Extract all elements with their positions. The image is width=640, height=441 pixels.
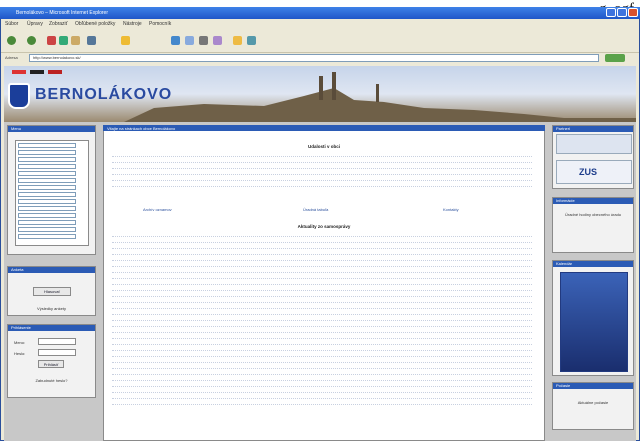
login-name-label: Meno: — [14, 340, 26, 345]
menu-link[interactable] — [18, 164, 76, 169]
flag-de-icon[interactable] — [30, 70, 44, 74]
main-panel-title: Vitajte na stránkach obce Bernolákovo — [107, 126, 176, 131]
edit-icon[interactable] — [213, 36, 222, 45]
maximize-icon[interactable] — [617, 8, 627, 17]
search-icon[interactable] — [87, 36, 96, 45]
menu-link[interactable] — [18, 171, 76, 176]
menu-bar: Súbor Úpravy Zobraziť Obľúbené položky N… — [1, 19, 639, 29]
menu-link[interactable] — [18, 213, 76, 218]
menu-edit[interactable]: Úpravy — [27, 21, 43, 27]
list-item[interactable] — [112, 399, 532, 405]
menu-link[interactable] — [18, 234, 76, 239]
info-box-title: Informácie — [553, 198, 633, 204]
login-button[interactable]: Prihlásiť — [38, 360, 64, 368]
print-icon[interactable] — [199, 36, 208, 45]
menu-link[interactable] — [18, 150, 76, 155]
site-logo-icon[interactable] — [8, 83, 30, 109]
poll-box-title: Anketa — [8, 267, 95, 273]
archive-link[interactable]: Archív oznamov — [143, 207, 172, 212]
menu-box-title: Menu — [8, 126, 95, 132]
history-icon[interactable] — [171, 36, 180, 45]
menu-link[interactable] — [18, 206, 76, 211]
menu-favorites[interactable]: Obľúbené položky — [75, 21, 115, 27]
section-title: Udalosti v obci — [307, 144, 340, 149]
menu-link[interactable] — [18, 143, 76, 148]
info-box: Informácie — [552, 197, 634, 253]
site-name: BERNOLÁKOVO — [35, 86, 173, 103]
section-title: Aktuality zo samosprávy — [297, 224, 351, 229]
weather-box: Počasie — [552, 382, 634, 430]
home-icon[interactable] — [71, 36, 80, 45]
menu-view[interactable]: Zobraziť — [49, 21, 68, 27]
menu-link[interactable] — [18, 178, 76, 183]
login-box-title: Prihlásenie — [8, 325, 95, 331]
menu-link[interactable] — [18, 220, 76, 225]
address-label: Adresa — [5, 55, 18, 60]
favorites-icon[interactable] — [121, 36, 130, 45]
poll-results-link[interactable]: Výsledky ankety — [10, 306, 93, 311]
minimize-icon[interactable] — [606, 8, 616, 17]
weather-box-title: Počasie — [553, 383, 633, 389]
calendar-box-title: Kalendár — [553, 261, 633, 267]
address-bar: Adresa http://www.bernolakovo.sk/ — [1, 53, 639, 64]
menu-tools[interactable]: Nástroje — [123, 21, 142, 27]
notice-board-link[interactable]: Úradná tabuľa — [303, 207, 328, 212]
login-name-input[interactable] — [38, 338, 76, 345]
stop-icon[interactable] — [47, 36, 56, 45]
poll-vote-button[interactable]: Hlasovať — [33, 287, 71, 296]
login-password-label: Heslo: — [14, 351, 26, 356]
back-icon[interactable] — [7, 36, 16, 45]
menu-help[interactable]: Pomocník — [149, 21, 171, 27]
forgot-password-link[interactable]: Zabudnuté heslo? — [10, 378, 93, 383]
info-text[interactable]: Úradné hodiny obecného úradu — [556, 212, 630, 217]
messenger-icon[interactable] — [247, 36, 256, 45]
menu-file[interactable]: Súbor — [5, 21, 18, 27]
go-button[interactable] — [605, 54, 625, 62]
mail-icon[interactable] — [185, 36, 194, 45]
close-icon[interactable] — [628, 8, 638, 17]
partner-banner-2[interactable]: ZUS — [556, 160, 632, 184]
menu-link[interactable] — [18, 227, 76, 232]
window-title: Bernolákovo – Microsoft Internet Explore… — [16, 10, 108, 16]
login-password-input[interactable] — [38, 349, 76, 356]
flag-en-icon[interactable] — [48, 70, 62, 74]
promo-banner[interactable] — [560, 272, 628, 372]
refresh-icon[interactable] — [59, 36, 68, 45]
menu-link[interactable] — [18, 185, 76, 190]
folder-icon[interactable] — [233, 36, 242, 45]
weather-text[interactable]: Aktuálne počasie — [556, 400, 630, 405]
menu-link[interactable] — [18, 199, 76, 204]
flag-sk-icon[interactable] — [12, 70, 26, 74]
forward-icon[interactable] — [27, 36, 36, 45]
main-panel-header: Vitajte na stránkach obce Bernolákovo — [103, 125, 545, 131]
list-item[interactable] — [112, 181, 532, 187]
title-bar: Bernolákovo – Microsoft Internet Explore… — [0, 7, 640, 19]
address-input[interactable]: http://www.bernolakovo.sk/ — [29, 54, 599, 62]
contacts-link[interactable]: Kontakty — [443, 207, 459, 212]
toolbar — [1, 29, 639, 53]
partners-box-title: Partneri — [553, 126, 633, 132]
menu-link[interactable] — [18, 157, 76, 162]
menu-link[interactable] — [18, 192, 76, 197]
partner-banner-1[interactable] — [556, 134, 632, 154]
